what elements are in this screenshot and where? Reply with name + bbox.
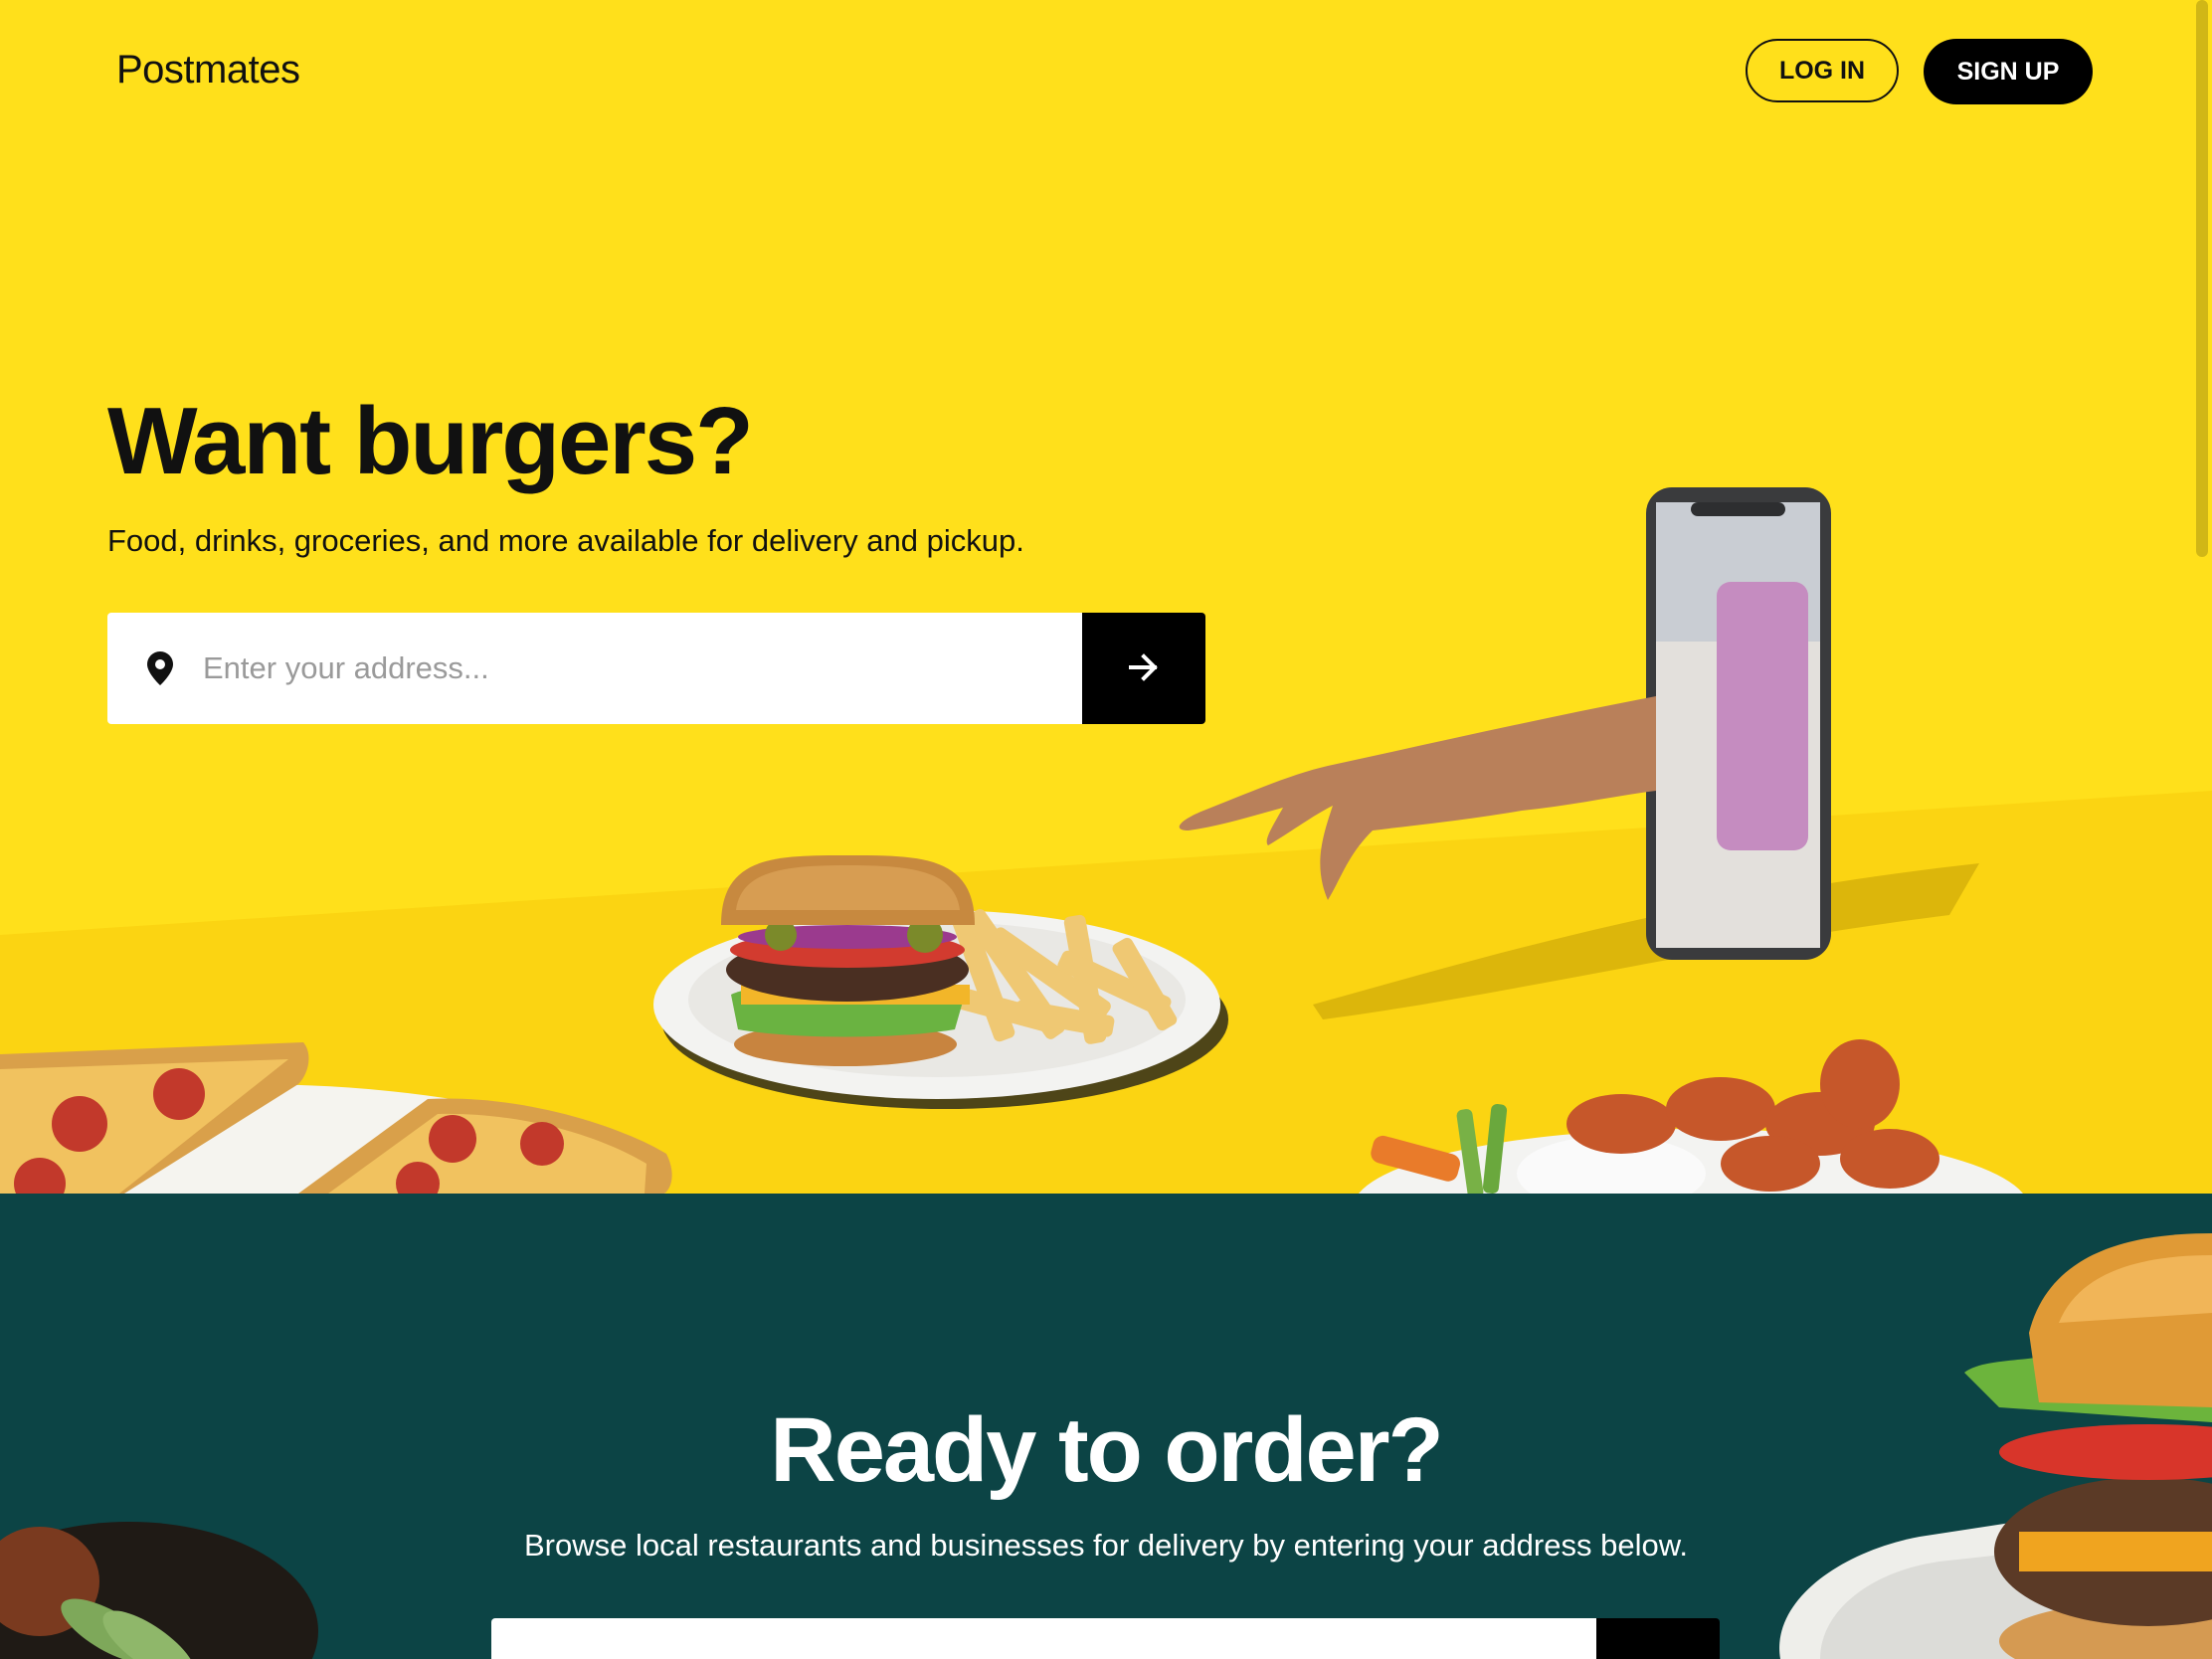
order-address-bar: [491, 1618, 1720, 1659]
login-button[interactable]: LOG IN: [1746, 39, 1899, 102]
address-input[interactable]: [185, 613, 1082, 724]
postmates-logo[interactable]: Postmates: [116, 48, 300, 92]
phone-illustration: [1646, 487, 1831, 960]
location-pin-icon: [135, 651, 185, 685]
address-search-bar: [107, 613, 1205, 724]
address-submit-button[interactable]: [1082, 613, 1205, 724]
ready-to-order-section: Ready to order? Browse local restaurants…: [0, 1194, 2212, 1659]
hero-section: Postmates LOG IN SIGN UP Want burgers? F…: [0, 0, 2212, 1194]
address-field-container[interactable]: [107, 613, 1082, 724]
signup-button[interactable]: SIGN UP: [1924, 39, 2093, 104]
hero-subtitle: Food, drinks, groceries, and more availa…: [107, 523, 1024, 558]
hero-title: Want burgers?: [107, 388, 754, 494]
order-address-submit-button[interactable]: [1596, 1618, 1720, 1659]
order-section-subtitle: Browse local restaurants and businesses …: [523, 1528, 1688, 1563]
order-section-title: Ready to order?: [770, 1399, 1443, 1501]
arrow-right-icon: [1129, 652, 1159, 684]
order-address-input[interactable]: [491, 1618, 1596, 1659]
hero-food-illustration: [0, 487, 2212, 1194]
page-scrollbar[interactable]: [2196, 0, 2208, 557]
